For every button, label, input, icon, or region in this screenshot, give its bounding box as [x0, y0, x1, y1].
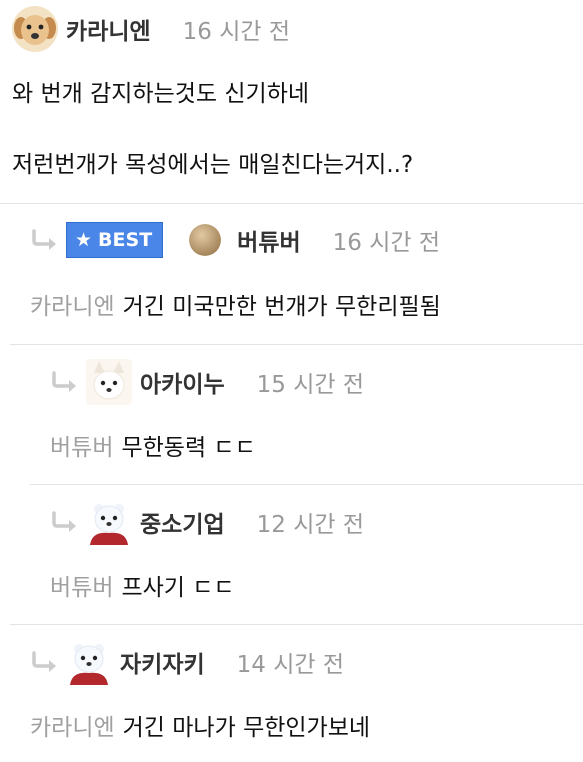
reply-arrow-icon: [32, 229, 56, 250]
nickname[interactable]: 중소기업: [140, 505, 225, 539]
mention[interactable]: 카라니엔: [30, 715, 115, 741]
comment-text: 카라니엔 거긴 마나가 무한인가보네: [30, 708, 370, 742]
badge-label: BEST: [98, 229, 153, 251]
comment-body: 거긴 미국만한 번개가 무한리필됨: [122, 294, 441, 320]
avatar[interactable]: [66, 639, 112, 685]
mention[interactable]: 카라니엔: [30, 294, 115, 320]
comment-body: 거긴 마나가 무한인가보네: [122, 715, 371, 741]
timestamp: 15 시간 전: [256, 372, 365, 398]
timestamp: 16 시간 전: [182, 19, 291, 45]
comment-header: 자키자키 14 시간 전: [30, 639, 344, 685]
star-icon: ★: [75, 229, 93, 251]
divider: [0, 203, 583, 204]
avatar[interactable]: [86, 359, 132, 405]
best-badge: ★ BEST: [66, 222, 164, 258]
comment-header: 카라니엔 16 시간 전: [12, 6, 290, 52]
mention[interactable]: 버튜버: [50, 575, 113, 601]
avatar[interactable]: [12, 6, 58, 52]
comment-text: 와 번개 감지하는것도 신기하네: [12, 81, 310, 107]
timestamp: 16 시간 전: [332, 230, 441, 256]
nickname[interactable]: 자키자키: [120, 645, 205, 679]
comment-header: 아카이누 15 시간 전: [50, 359, 364, 405]
divider: [10, 344, 583, 345]
nickname[interactable]: 카라니엔: [66, 12, 151, 46]
nickname[interactable]: 아카이누: [140, 365, 225, 399]
reply-arrow-icon: [52, 371, 76, 392]
comment-text: 카라니엔 거긴 미국만한 번개가 무한리필됨: [30, 287, 441, 321]
divider: [10, 624, 583, 625]
avatar[interactable]: [189, 224, 222, 256]
nickname[interactable]: 버튜버: [237, 223, 300, 257]
comment-body: 무한동력 ㄷㄷ: [121, 435, 256, 461]
comment-text: 버튜버 프사기 ㄷㄷ: [50, 568, 235, 602]
comment-header: 중소기업 12 시간 전: [50, 499, 364, 545]
divider: [30, 484, 583, 485]
comment-text: 버튜버 무한동력 ㄷㄷ: [50, 428, 256, 462]
timestamp: 14 시간 전: [236, 652, 345, 678]
mention[interactable]: 버튜버: [50, 435, 113, 461]
reply-arrow-icon: [52, 511, 76, 532]
avatar[interactable]: [86, 499, 132, 545]
timestamp: 12 시간 전: [256, 512, 365, 538]
comment-body: 프사기 ㄷㄷ: [121, 575, 235, 601]
reply-arrow-icon: [32, 651, 56, 672]
comment-header: ★ BEST 버튜버 16 시간 전: [30, 222, 440, 258]
comment-text: 저런번개가 목성에서는 매일친다는거지..?: [12, 152, 414, 178]
